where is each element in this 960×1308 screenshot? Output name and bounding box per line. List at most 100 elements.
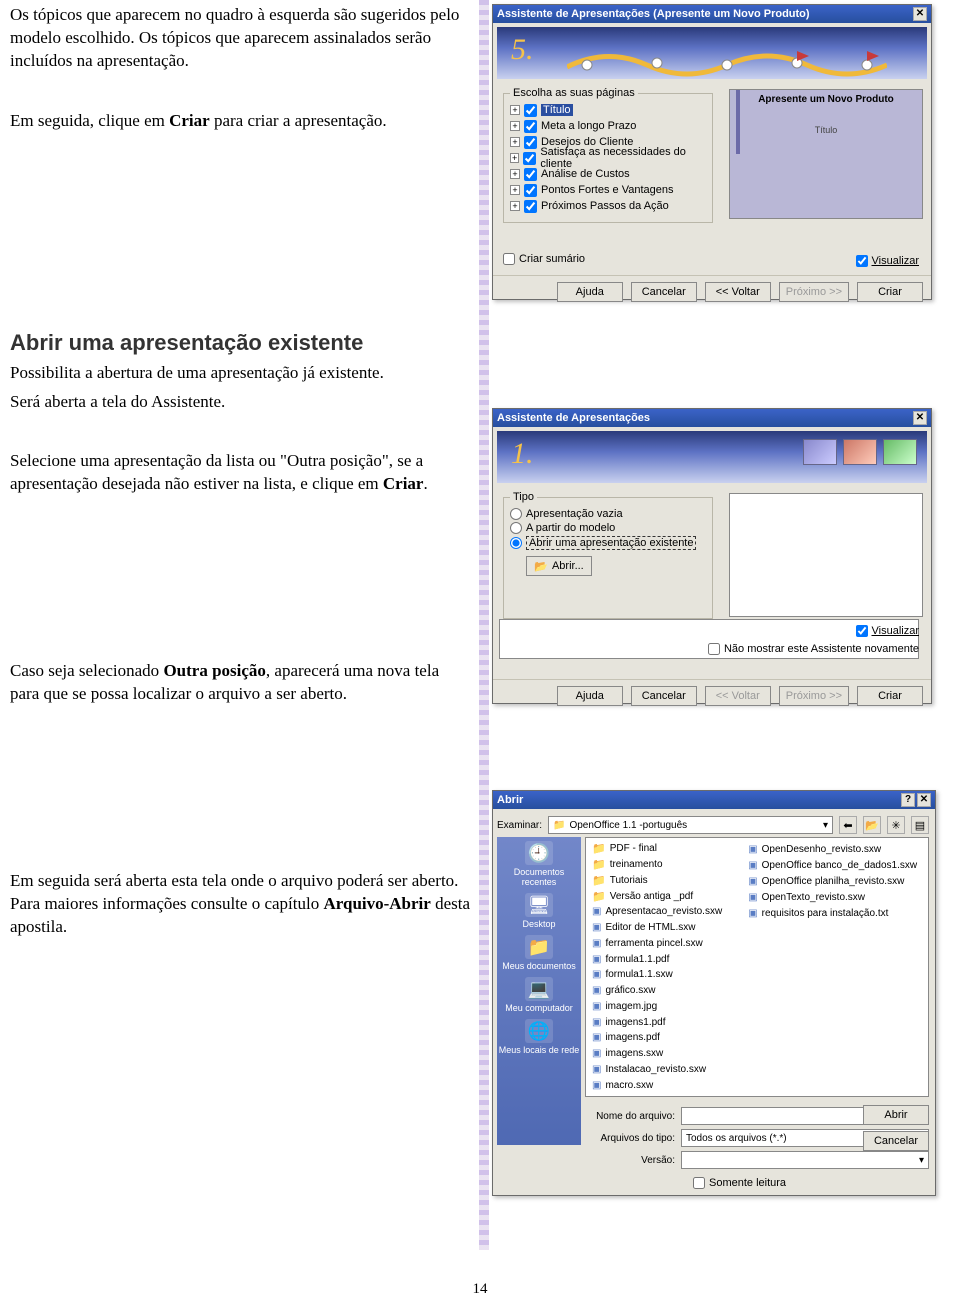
abrir-button[interactable]: Abrir [863,1105,929,1125]
file-row[interactable]: 📁Versão antiga _pdf [592,889,722,903]
tree-item[interactable]: +Pontos Fortes e Vantagens [510,182,706,198]
file-icon: ▣ [592,1048,601,1059]
page-number: 14 [0,1281,960,1298]
para-5: Em seguida será aberta esta tela onde o … [10,870,470,939]
views-icon[interactable]: ▤ [911,816,929,834]
tipo-group: Tipo Apresentação vazia A partir do mode… [503,497,713,619]
file-row[interactable]: ▣Apresentacao_revisto.sxw [592,905,722,919]
preview-empty [729,493,923,617]
file-icon: ▣ [592,1064,601,1075]
file-row[interactable]: ▣OpenOffice banco_de_dados1.sxw [748,858,917,872]
voltar-button[interactable]: << Voltar [705,282,771,302]
titlebar: Assistente de Apresentações ✕ [493,409,931,427]
title-text: Abrir [497,794,523,806]
file-row[interactable]: ▣macro.sxw [592,1078,722,1092]
ajuda-button[interactable]: Ajuda [557,686,623,706]
tree-item[interactable]: +Título [510,102,706,118]
file-row[interactable]: ▣formula1.1.sxw [592,968,722,982]
file-row[interactable]: 📁Tutoriais [592,874,722,888]
radio-abrir[interactable]: Abrir uma apresentação existente [510,536,706,550]
wizard-progress-icon [567,47,887,77]
criar-sumario-checkbox[interactable]: Criar sumário [503,253,585,265]
step-number: 1. [511,437,534,471]
close-icon[interactable]: ✕ [917,793,931,807]
tree-item[interactable]: +Próximos Passos da Ação [510,198,706,214]
examinar-label: Examinar: [497,820,542,831]
somente-leitura-checkbox[interactable]: Somente leitura [693,1177,786,1189]
file-row[interactable]: ▣Editor de HTML.sxw [592,921,722,935]
versao-label: Versão: [585,1155,675,1166]
template-thumb-icon [803,439,837,465]
mycomputer-icon: 💻 [525,977,553,1001]
places-sidebar: 🕘Documentos recentes 🖥Desktop 📁Meus docu… [497,837,581,1145]
file-icon: ▣ [748,908,757,919]
pages-tree: Escolha as suas páginas +Título +Meta a … [503,93,713,223]
nao-mostrar-checkbox[interactable]: Não mostrar este Assistente novamente [708,643,919,655]
help-icon[interactable]: ? [901,793,915,807]
title-text: Assistente de Apresentações (Apresente u… [497,8,810,20]
heading-abrir: Abrir uma apresentação existente [10,330,470,356]
file-row[interactable]: ▣OpenOffice planilha_revisto.sxw [748,874,917,888]
sidebar-item[interactable]: 🖥Desktop [522,893,555,929]
close-icon[interactable]: ✕ [913,411,927,425]
recent-docs-icon: 🕘 [525,841,553,865]
file-icon: ▣ [748,892,757,903]
title-text: Assistente de Apresentações [497,412,650,424]
file-row[interactable]: ▣imagens1.pdf [592,1015,722,1029]
sidebar-item[interactable]: 🕘Documentos recentes [497,841,581,887]
file-row[interactable]: 📁treinamento [592,858,722,872]
file-row[interactable]: ▣OpenTexto_revisto.sxw [748,890,917,904]
file-row[interactable]: ▣imagem.jpg [592,1000,722,1014]
up-icon[interactable]: 📂 [863,816,881,834]
file-row[interactable]: ▣imagens.pdf [592,1031,722,1045]
file-row[interactable]: ▣Instalacao_revisto.sxw [592,1063,722,1077]
para-3: Selecione uma apresentação da lista ou "… [10,450,470,496]
network-icon: 🌐 [525,1019,553,1043]
proximo-button: Próximo >> [779,686,849,706]
titlebar: Abrir ? ✕ [493,791,935,809]
file-row[interactable]: ▣ferramenta pincel.sxw [592,937,722,951]
file-row[interactable]: ▣formula1.1.pdf [592,952,722,966]
file-row[interactable]: ▣imagens.sxw [592,1047,722,1061]
desktop-icon: 🖥 [525,893,553,917]
tree-item[interactable]: +Satisfaça as necessidades do cliente [510,150,706,166]
para-4: Caso seja selecionado Outra posição, apa… [10,660,470,706]
cancelar-button[interactable]: Cancelar [863,1131,929,1151]
file-row[interactable]: ▣OpenDesenho_revisto.sxw [748,842,917,856]
sidebar-item[interactable]: 💻Meu computador [505,977,573,1013]
ajuda-button[interactable]: Ajuda [557,282,623,302]
radio-modelo[interactable]: A partir do modelo [510,522,706,534]
criar-button[interactable]: Criar [857,686,923,706]
versao-combo[interactable]: ▾ [681,1151,929,1169]
file-icon: ▣ [592,1080,601,1091]
cancelar-button[interactable]: Cancelar [631,686,697,706]
sidebar-item[interactable]: 🌐Meus locais de rede [499,1019,580,1055]
close-icon[interactable]: ✕ [913,7,927,21]
file-icon: ▣ [592,1001,601,1012]
file-row[interactable]: 📁PDF - final [592,842,722,856]
cancelar-button[interactable]: Cancelar [631,282,697,302]
newfolder-icon[interactable]: ✳ [887,816,905,834]
wizard-step5-dialog: Assistente de Apresentações (Apresente u… [492,4,932,300]
proximo-button: Próximo >> [779,282,849,302]
group-label: Escolha as suas páginas [510,87,638,99]
file-icon: ▣ [592,954,601,965]
back-icon[interactable]: ⬅ [839,816,857,834]
abrir-button[interactable]: Abrir... [526,556,592,576]
sidebar-item[interactable]: 📁Meus documentos [502,935,576,971]
para-1a: Os tópicos que aparecem no quadro à esqu… [10,4,470,73]
file-row[interactable]: ▣requisitos para instalação.txt [748,906,917,920]
visualizar-checkbox[interactable]: Visualizar [856,255,920,267]
file-icon: ▣ [592,1032,601,1043]
visualizar-checkbox[interactable]: Visualizar [856,625,920,637]
file-icon: ▣ [592,906,601,917]
tipo-label: Arquivos do tipo: [585,1133,675,1144]
template-thumb-icon [843,439,877,465]
tree-item[interactable]: +Meta a longo Prazo [510,118,706,134]
radio-vazia[interactable]: Apresentação vazia [510,508,706,520]
examinar-combo[interactable]: 📁OpenOffice 1.1 -português▾ [548,816,833,834]
file-list[interactable]: 📁PDF - final 📁treinamento 📁Tutoriais📁Versã… [585,837,929,1097]
file-row[interactable]: ▣gráfico.sxw [592,984,722,998]
wizard-banner: 5. [497,27,927,79]
criar-button[interactable]: Criar [857,282,923,302]
